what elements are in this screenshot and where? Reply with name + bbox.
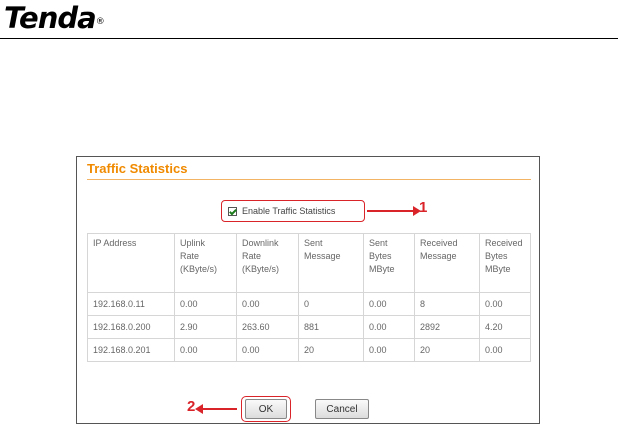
table-row: 192.168.0.11 0.00 0.00 0 0.00 8 0.00 [87, 292, 531, 316]
header-line: Sent [304, 238, 323, 248]
enable-traffic-statistics-checkbox[interactable] [228, 206, 237, 216]
brand-name: Tenda [4, 1, 97, 35]
cell-ip-address: 192.168.0.201 [87, 338, 175, 362]
panel-title: Traffic Statistics [87, 161, 188, 176]
table-row: 192.168.0.200 2.90 263.60 881 0.00 2892 … [87, 315, 531, 339]
enable-traffic-statistics-highlight: Enable Traffic Statistics [221, 200, 365, 222]
header-line: Rate [180, 251, 200, 261]
cell-received-message: 20 [414, 338, 480, 362]
cell-sent-bytes: 0.00 [363, 292, 415, 316]
header-line: IP Address [93, 238, 137, 248]
cell-sent-bytes: 0.00 [363, 315, 415, 339]
header-line: (KByte/s) [242, 264, 280, 274]
cell-sent-message: 881 [298, 315, 364, 339]
tenda-logo: Tenda® [4, 0, 105, 36]
header-divider [0, 38, 618, 39]
cell-received-bytes: 4.20 [479, 315, 531, 339]
table-header-row: IP Address Uplink Rate (KByte/s) Downlink R… [87, 233, 531, 293]
cell-uplink-rate: 2.90 [174, 315, 237, 339]
header-sent-message: Sent Message [298, 233, 364, 293]
header-line: Bytes [369, 251, 392, 261]
traffic-statistics-panel: Traffic Statistics Enable Traffic Statis… [76, 156, 540, 424]
enable-traffic-statistics-label: Enable Traffic Statistics [242, 206, 336, 216]
header-line: MByte [369, 264, 395, 274]
header-uplink-rate: Uplink Rate (KByte/s) [174, 233, 237, 293]
header-line: Received [485, 238, 523, 248]
header-sent-bytes: Sent Bytes MByte [363, 233, 415, 293]
annotation-arrow-2 [195, 404, 237, 414]
header-line: Bytes [485, 251, 508, 261]
annotation-arrow-1 [367, 206, 421, 216]
registered-mark: ® [95, 17, 105, 27]
cell-received-bytes: 0.00 [479, 338, 531, 362]
cell-received-bytes: 0.00 [479, 292, 531, 316]
header-line: (KByte/s) [180, 264, 218, 274]
header-line: Rate [242, 251, 262, 261]
cell-ip-address: 192.168.0.200 [87, 315, 175, 339]
header-ip-address: IP Address [87, 233, 175, 293]
header-received-bytes: Received Bytes MByte [479, 233, 531, 293]
cell-ip-address: 192.168.0.11 [87, 292, 175, 316]
header-received-message: Received Message [414, 233, 480, 293]
traffic-table: IP Address Uplink Rate (KByte/s) Downlink R… [87, 233, 531, 362]
cell-sent-bytes: 0.00 [363, 338, 415, 362]
header-line: Uplink [180, 238, 206, 248]
header-downlink-rate: Downlink Rate (KByte/s) [236, 233, 299, 293]
header-line: MByte [485, 264, 511, 274]
header-line: Message [420, 251, 457, 261]
header-line: Downlink [242, 238, 279, 248]
cell-downlink-rate: 0.00 [236, 292, 299, 316]
cell-downlink-rate: 0.00 [236, 338, 299, 362]
annotation-number-1: 1 [419, 199, 428, 216]
header-line: Received [420, 238, 458, 248]
cell-received-message: 2892 [414, 315, 480, 339]
ok-button[interactable]: OK [245, 399, 287, 419]
cell-sent-message: 20 [298, 338, 364, 362]
cell-uplink-rate: 0.00 [174, 338, 237, 362]
cancel-button[interactable]: Cancel [315, 399, 369, 419]
cell-uplink-rate: 0.00 [174, 292, 237, 316]
title-underline [87, 179, 531, 180]
header-line: Sent [369, 238, 388, 248]
table-row: 192.168.0.201 0.00 0.00 20 0.00 20 0.00 [87, 338, 531, 362]
cell-received-message: 8 [414, 292, 480, 316]
cell-sent-message: 0 [298, 292, 364, 316]
cell-downlink-rate: 263.60 [236, 315, 299, 339]
header-line: Message [304, 251, 341, 261]
